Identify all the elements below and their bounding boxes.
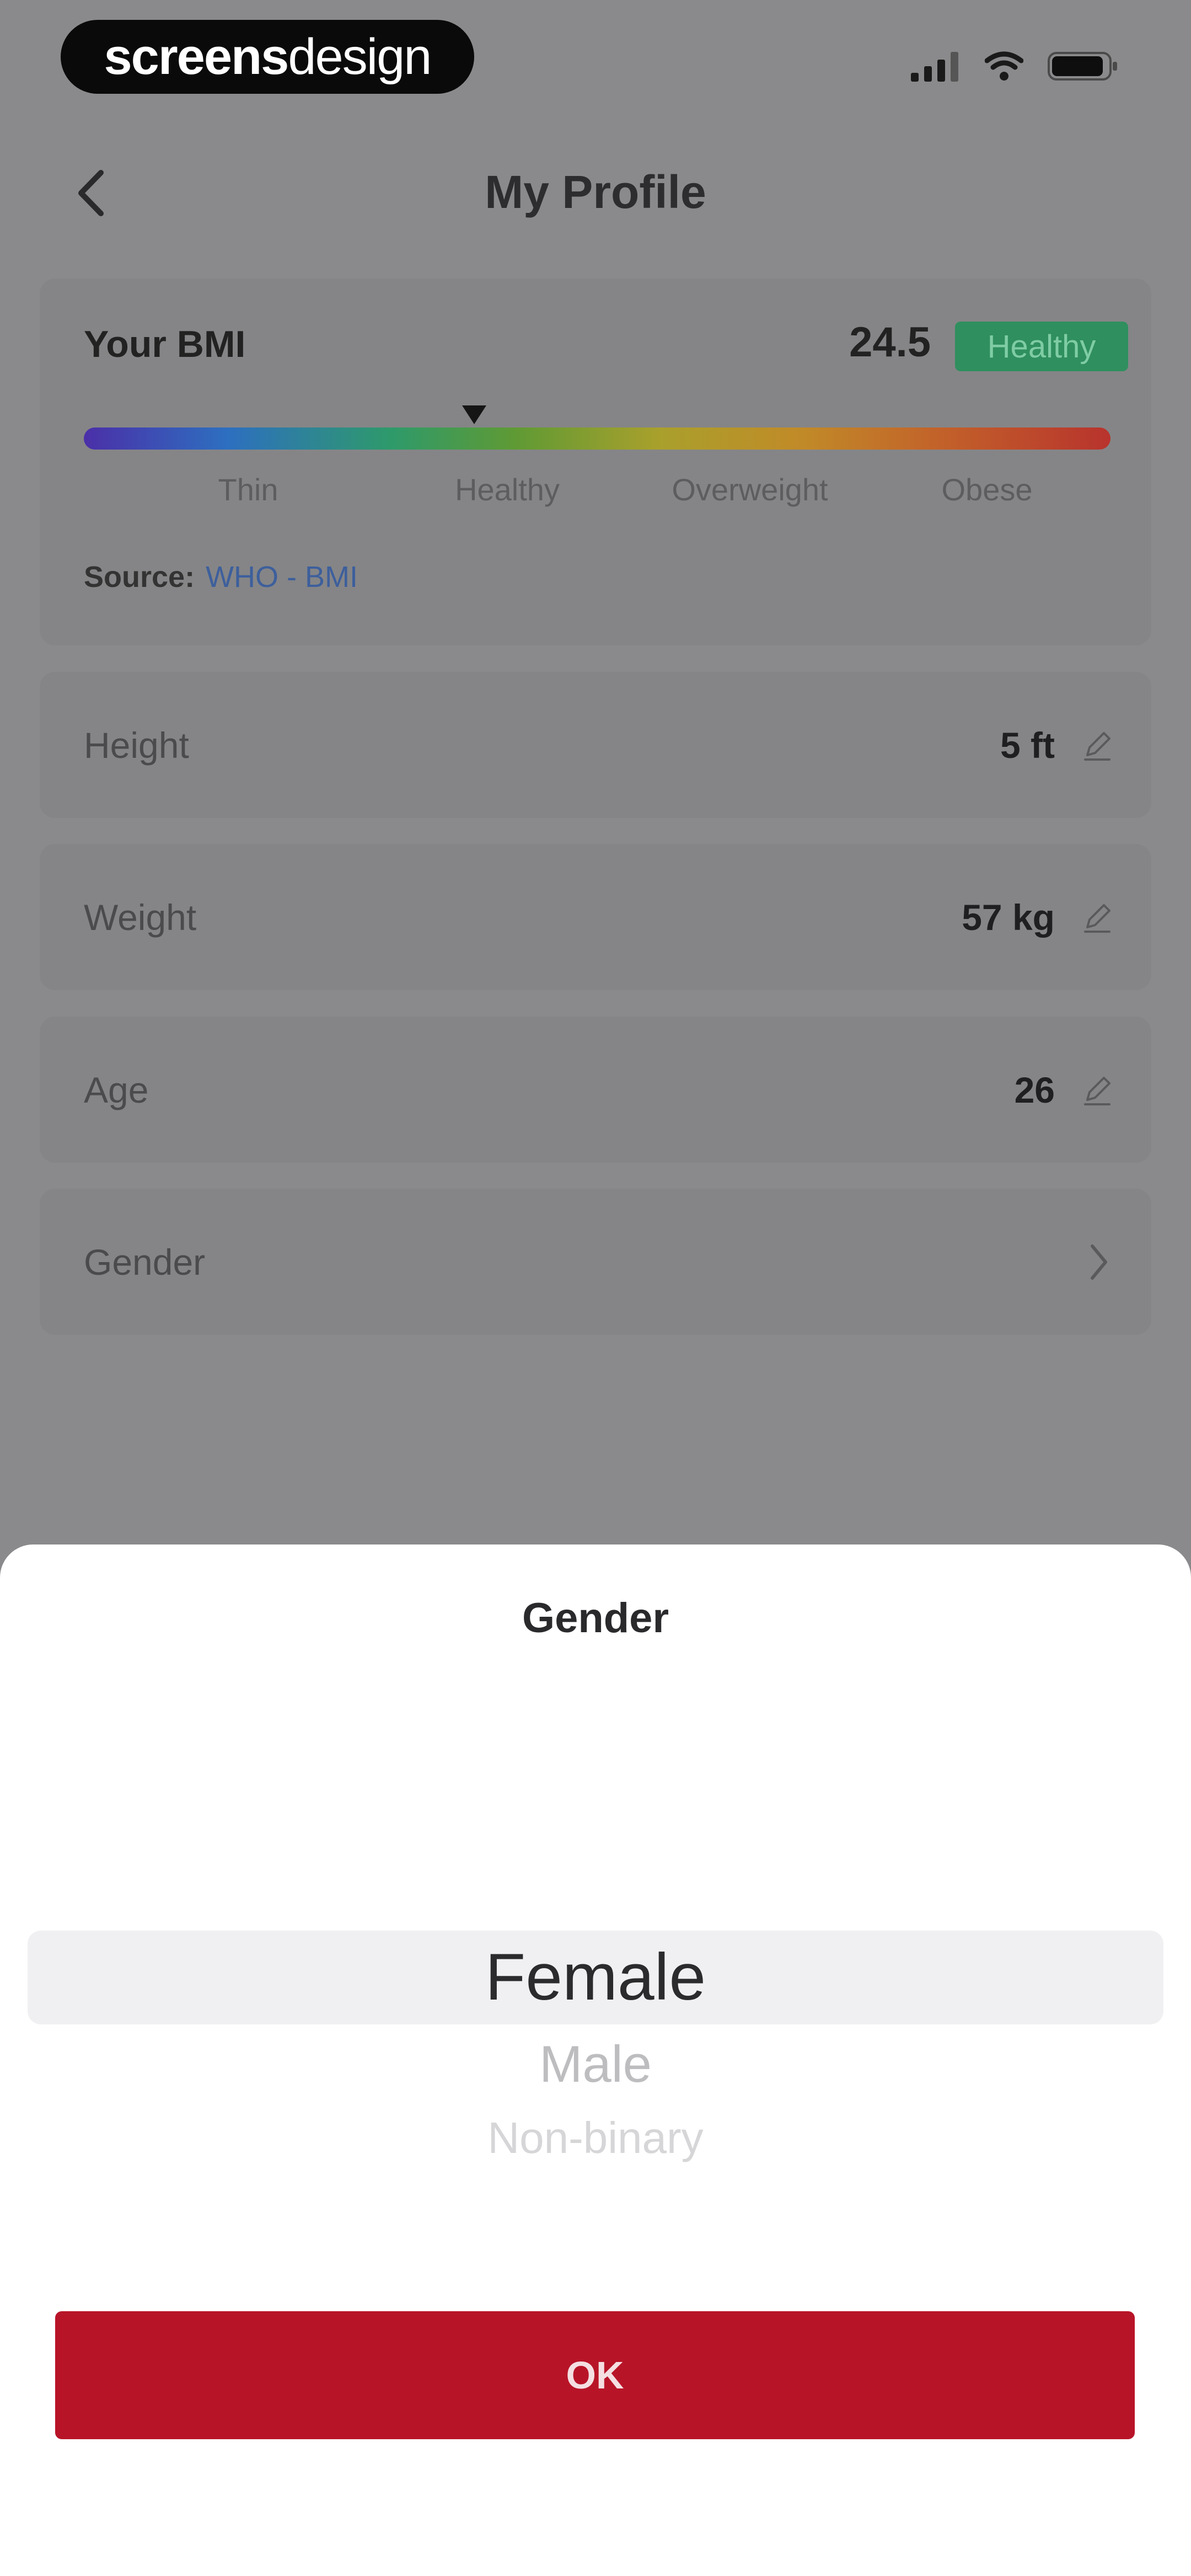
height-label: Height: [84, 724, 189, 766]
status-bar: screensdesign: [0, 0, 1191, 116]
bmi-category-overweight: Overweight: [672, 472, 828, 507]
bmi-status-badge: Healthy: [955, 322, 1128, 371]
bmi-scale-bar: [84, 427, 1110, 450]
picker-option-female[interactable]: Female: [0, 1939, 1191, 2015]
height-row[interactable]: Height 5 ft: [40, 672, 1151, 818]
weight-value: 57 kg: [962, 896, 1055, 938]
bmi-category-obese: Obese: [941, 472, 1033, 507]
battery-icon: [1048, 52, 1117, 81]
profile-screen: screensdesign My Profile Your BMI 24.5 H…: [0, 0, 1191, 2576]
height-edit-button[interactable]: [1075, 723, 1119, 767]
bmi-label: Your BMI: [84, 323, 246, 365]
age-value: 26: [1014, 1069, 1055, 1110]
gender-chevron: [1080, 1237, 1118, 1287]
bmi-value: 24.5: [849, 319, 931, 366]
pencil-icon: [1084, 904, 1110, 933]
age-edit-button[interactable]: [1075, 1068, 1119, 1112]
age-label: Age: [84, 1069, 149, 1110]
status-icons: [911, 44, 1119, 88]
bmi-card: Your BMI 24.5 Healthy Thin Healthy Overw…: [40, 279, 1151, 645]
weight-edit-button[interactable]: [1075, 895, 1119, 939]
ok-button[interactable]: OK: [55, 2311, 1135, 2439]
height-value: 5 ft: [1000, 724, 1055, 766]
navigation-header: My Profile: [0, 149, 1191, 237]
age-row[interactable]: Age 26: [40, 1017, 1151, 1163]
brand-logo-bold: screens: [104, 29, 289, 85]
chevron-right-icon: [1091, 1244, 1107, 1280]
picker-option-male[interactable]: Male: [0, 2034, 1191, 2094]
bmi-marker-icon: [462, 405, 486, 424]
wifi-icon: [985, 51, 1023, 81]
page-title: My Profile: [485, 166, 706, 218]
gender-label: Gender: [84, 1241, 206, 1282]
sheet-title: Gender: [522, 1595, 669, 1642]
brand-logo: screensdesign: [61, 20, 474, 94]
gender-picker-sheet: Gender Female Male Non-binary OK: [0, 1544, 1191, 2576]
bmi-category-thin: Thin: [218, 472, 278, 507]
picker-option-non-binary[interactable]: Non-binary: [0, 2113, 1191, 2163]
source-label: Source:: [84, 560, 195, 594]
signal-icon: [911, 52, 958, 82]
weight-label: Weight: [84, 896, 197, 938]
source-link[interactable]: WHO - BMI: [206, 560, 358, 594]
gender-row[interactable]: Gender: [40, 1189, 1151, 1335]
bmi-source: Source: WHO - BMI: [84, 560, 358, 594]
bmi-category-healthy: Healthy: [455, 472, 560, 507]
weight-row[interactable]: Weight 57 kg: [40, 844, 1151, 990]
pencil-icon: [1084, 1076, 1110, 1105]
pencil-icon: [1084, 731, 1110, 761]
brand-logo-light: design: [288, 29, 432, 85]
